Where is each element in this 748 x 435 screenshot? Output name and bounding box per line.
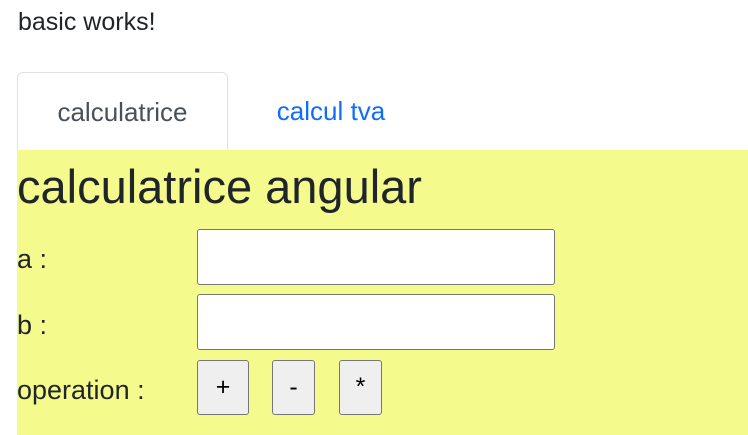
- tab-bar: calculatrice calcul tva: [17, 72, 748, 150]
- multiply-button[interactable]: *: [339, 360, 382, 415]
- panel-title: calculatrice angular: [17, 160, 422, 213]
- field-b-input[interactable]: [197, 294, 555, 350]
- add-button[interactable]: +: [197, 360, 249, 415]
- page-root: basic works! calculatrice calcul tva cal…: [0, 0, 748, 435]
- field-a-input[interactable]: [197, 229, 555, 285]
- field-b-label: b :: [17, 310, 48, 340]
- tab-calculatrice[interactable]: calculatrice: [17, 72, 228, 150]
- subtract-button[interactable]: -: [272, 360, 315, 415]
- status-text: basic works!: [18, 8, 156, 36]
- calculator-panel: calculatrice angular a : b : operation :…: [17, 150, 748, 435]
- tab-calcul-tva[interactable]: calcul tva: [238, 72, 424, 150]
- field-a-label: a :: [17, 244, 48, 274]
- operation-label: operation :: [17, 375, 145, 405]
